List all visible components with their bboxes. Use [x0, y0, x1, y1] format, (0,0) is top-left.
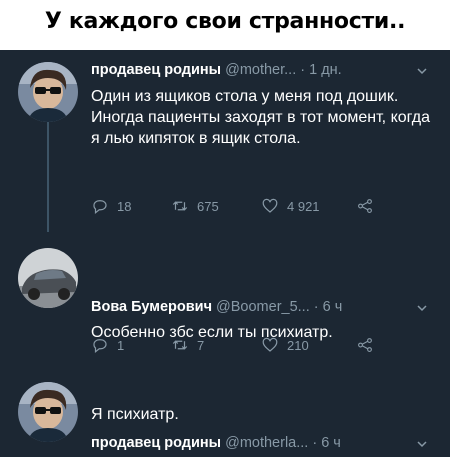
display-name[interactable]: Вова Бумерович — [91, 299, 212, 315]
avatar[interactable] — [18, 382, 78, 442]
heart-icon — [262, 337, 278, 352]
share-icon — [358, 338, 372, 352]
chevron-down-icon[interactable] — [416, 302, 428, 314]
retweet-button[interactable]: 675 — [171, 195, 219, 217]
tweet-actions: 18 675 4 921 — [91, 195, 421, 217]
display-name[interactable]: продавец родины — [91, 62, 221, 78]
handle[interactable]: @Boomer_5... — [216, 299, 310, 315]
tweet-1[interactable]: продавец родины @mother... · 1 дн. Один … — [0, 50, 450, 232]
reply-icon — [93, 200, 107, 214]
tweet-thread: продавец родины @mother... · 1 дн. Один … — [0, 50, 450, 457]
share-button[interactable] — [356, 334, 382, 356]
share-icon — [358, 199, 372, 213]
handle[interactable]: @motherla... — [225, 435, 308, 451]
share-button[interactable] — [356, 195, 382, 217]
like-count: 210 — [287, 337, 309, 353]
display-name[interactable]: продавец родины — [91, 435, 221, 451]
reply-button[interactable]: 1 — [91, 334, 124, 356]
timestamp[interactable]: · 6 ч — [312, 435, 341, 451]
avatar-photo — [18, 248, 78, 308]
chevron-down-icon[interactable] — [416, 438, 428, 450]
reply-button[interactable]: 18 — [91, 195, 131, 217]
retweet-count: 675 — [197, 198, 219, 214]
like-count: 4 921 — [287, 198, 320, 214]
avatar-photo — [18, 382, 78, 442]
like-button[interactable]: 4 921 — [261, 195, 320, 217]
heart-icon — [262, 198, 278, 213]
tweet-header: продавец родины @mother... · 1 дн. — [91, 61, 342, 79]
thread-connector-line — [47, 122, 49, 232]
tweet-text: Я психиатр. — [91, 406, 179, 423]
retweet-button[interactable]: 7 — [171, 334, 204, 356]
chevron-down-icon[interactable] — [416, 65, 428, 77]
timestamp[interactable]: · 6 ч — [314, 299, 343, 315]
tweet-actions: 1 7 210 — [91, 334, 421, 356]
tweet-text: Один из ящиков стола у меня под дошик. И… — [91, 88, 430, 147]
retweet-count: 7 — [197, 337, 205, 353]
reply-count: 1 — [117, 337, 125, 353]
like-button[interactable]: 210 — [261, 334, 309, 356]
avatar-photo — [18, 62, 78, 122]
tweet-header: Вова Бумерович @Boomer_5... · 6 ч — [91, 298, 342, 316]
meme-screenshot: У каждого свои странности.. продавец род… — [0, 0, 450, 457]
timestamp[interactable]: · 1 дн. — [300, 62, 341, 78]
tweet-header: продавец родины @motherla... · 6 ч — [91, 434, 341, 452]
avatar[interactable] — [18, 248, 78, 308]
retweet-icon — [172, 201, 188, 211]
reply-count: 18 — [117, 198, 132, 214]
avatar[interactable] — [18, 62, 78, 122]
meme-caption: У каждого свои странности.. — [0, 0, 450, 50]
reply-icon — [93, 339, 107, 353]
handle[interactable]: @mother... — [225, 62, 296, 78]
retweet-icon — [172, 340, 188, 350]
